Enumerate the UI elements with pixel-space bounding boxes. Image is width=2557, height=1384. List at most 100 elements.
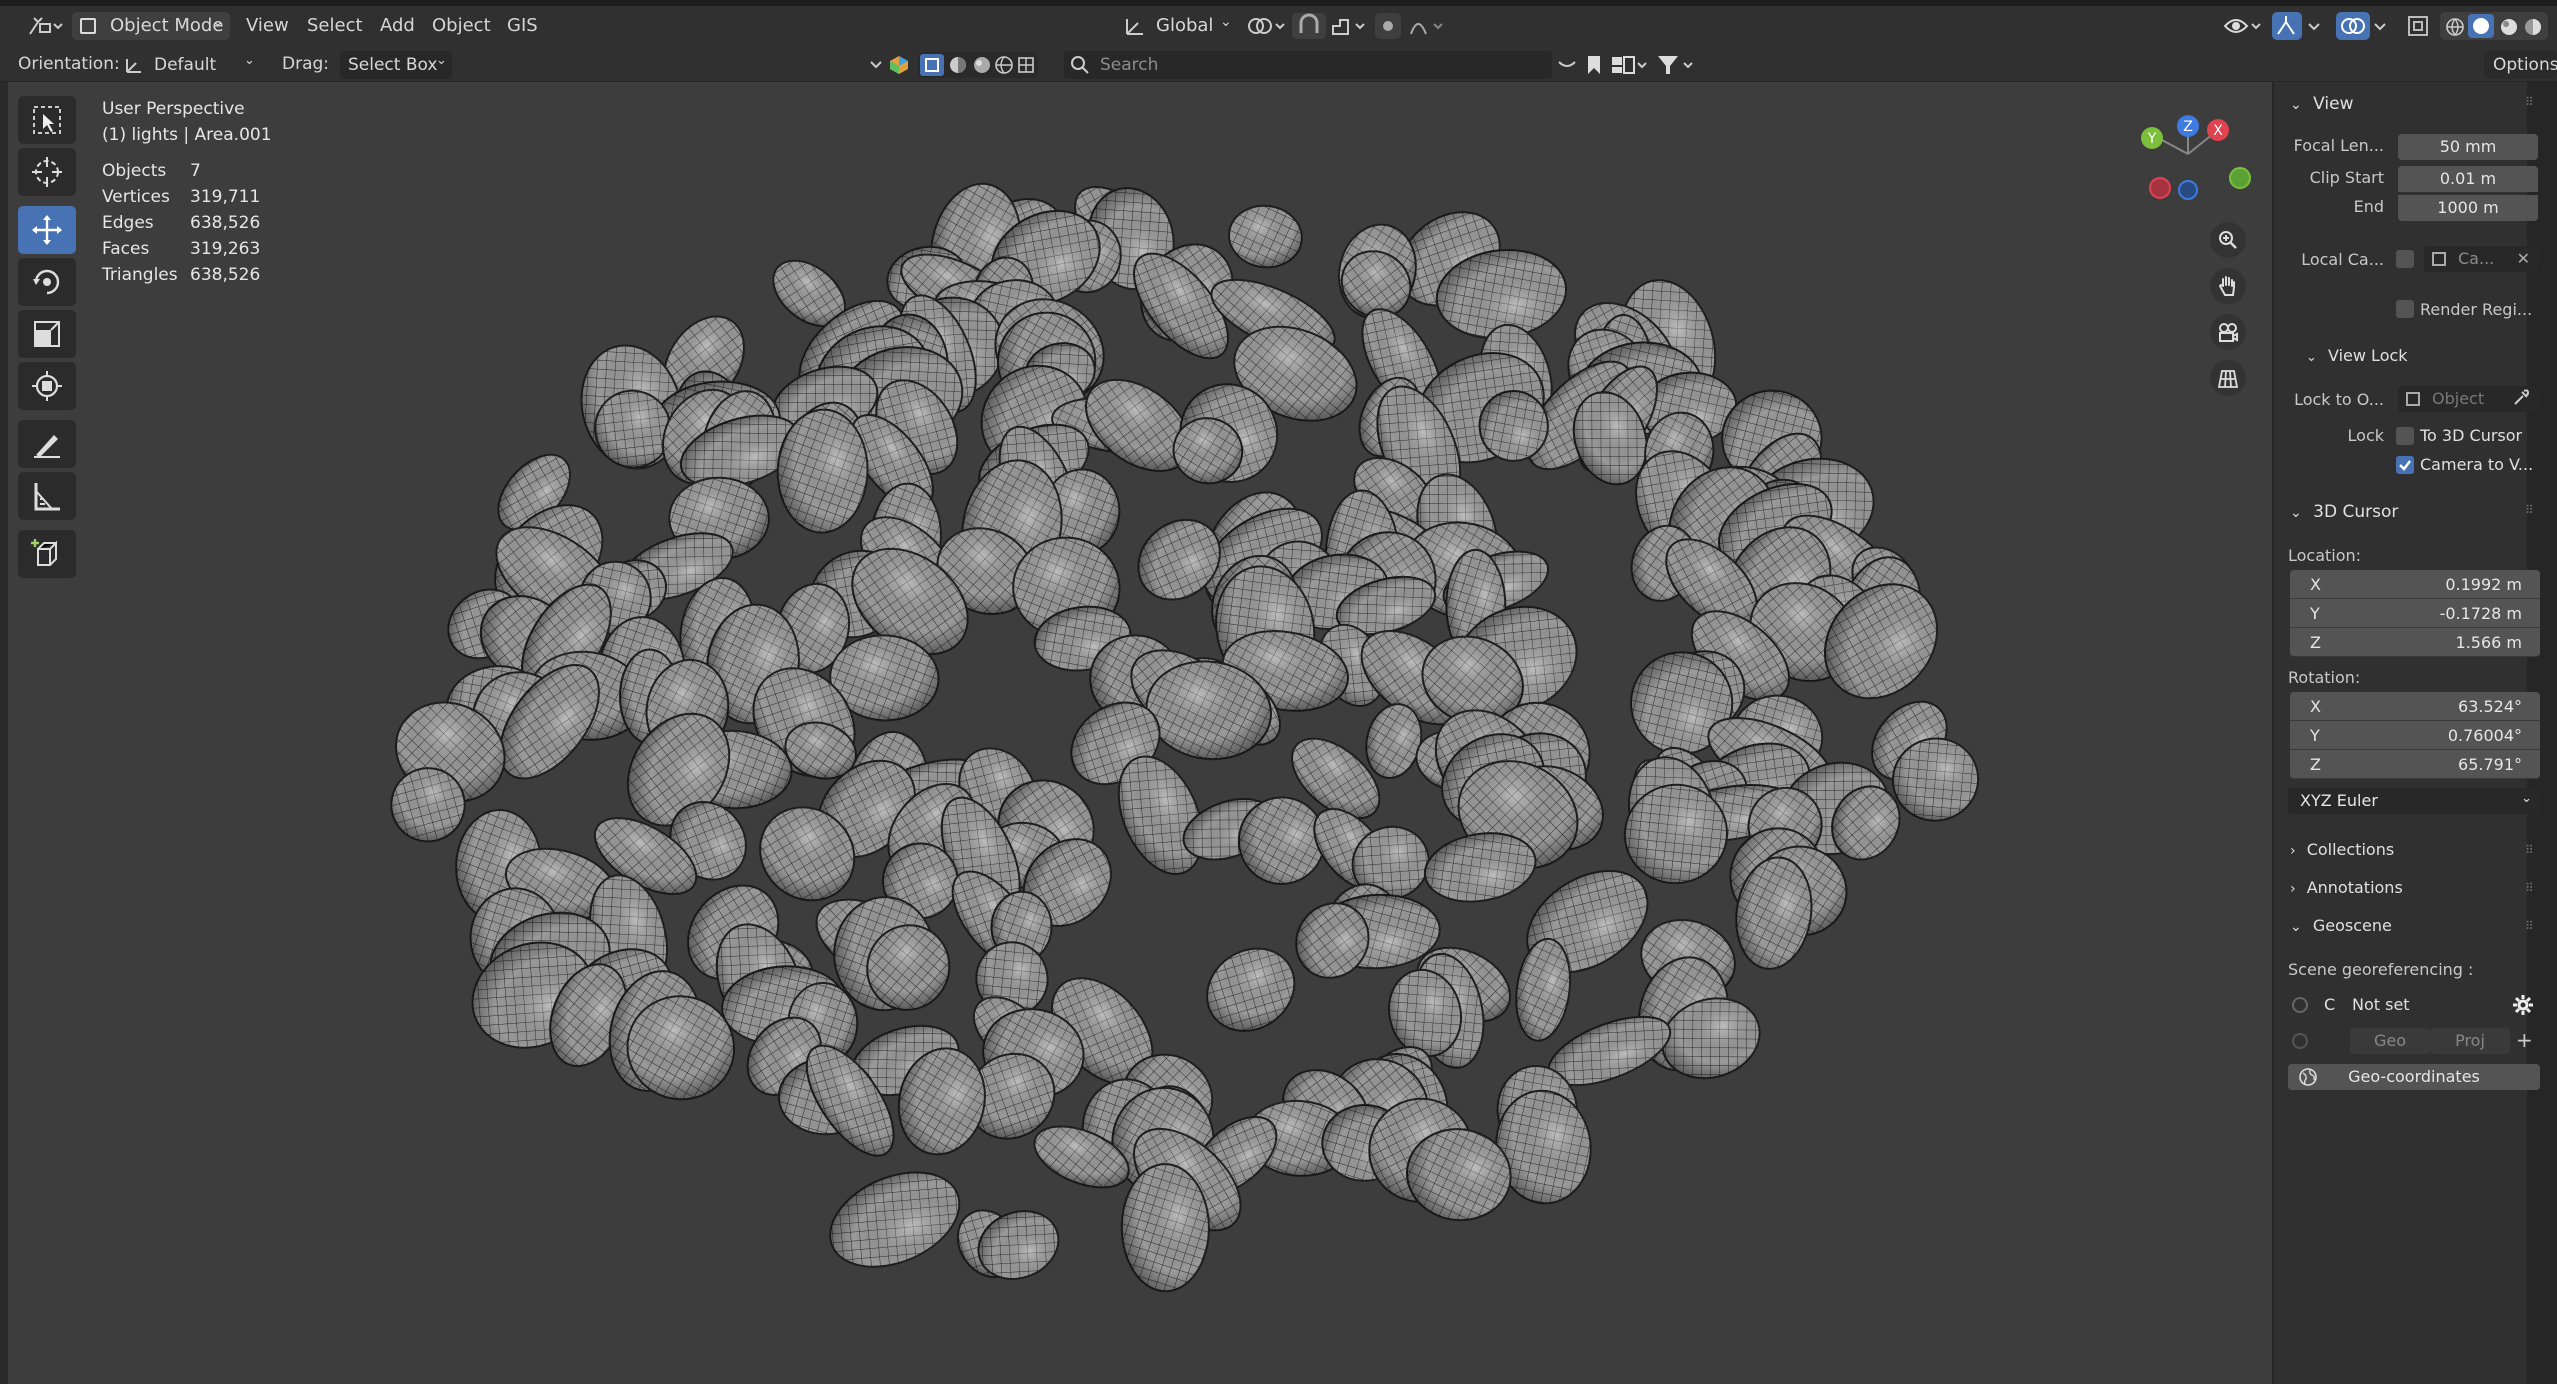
globe-icon: [2298, 1067, 2318, 1090]
transform-tool[interactable]: [18, 362, 76, 410]
transform-orientation-dropdown[interactable]: Global ⌄: [1118, 12, 1234, 40]
display-mode-icon[interactable]: [1610, 54, 1650, 81]
chevron-down-icon[interactable]: [2372, 14, 2388, 43]
snap-target-icon[interactable]: [1330, 14, 1370, 43]
falloff-icon[interactable]: [1408, 14, 1448, 43]
cursor-rotation-z[interactable]: Z 65.791°: [2290, 750, 2540, 779]
menu-add[interactable]: Add: [380, 15, 415, 36]
gizmo-neg-y-axis[interactable]: [2229, 167, 2251, 189]
drag-dropdown[interactable]: Select Box ⌄: [340, 51, 452, 79]
texture-filter-icon[interactable]: [1016, 55, 1036, 80]
stat-row-vertices: Vertices 319,711: [102, 187, 261, 207]
pan-hand-icon[interactable]: [2210, 268, 2246, 304]
zoom-icon[interactable]: [2210, 222, 2246, 258]
scale-tool[interactable]: [18, 310, 76, 358]
camera-to-view-checkbox[interactable]: [2396, 456, 2414, 474]
navigation-gizmo[interactable]: Z X Y: [2130, 110, 2260, 210]
chevron-down-icon: ⌄: [2290, 97, 2302, 113]
search-field[interactable]: Search: [1064, 51, 1552, 79]
mode-dropdown[interactable]: Object Mode ⌄: [72, 12, 230, 40]
local-camera-checkbox[interactable]: [2396, 250, 2414, 268]
drag-grip-icon[interactable]: ⠿: [2525, 844, 2541, 856]
eyedropper-icon[interactable]: [2512, 389, 2530, 412]
lock-to-cursor-checkbox[interactable]: [2396, 427, 2414, 445]
geo-button[interactable]: Geo: [2350, 1028, 2430, 1054]
drag-grip-icon[interactable]: ⠿: [2525, 504, 2541, 516]
wireframe-shading-icon[interactable]: [2444, 16, 2466, 43]
collections-panel-header[interactable]: › Collections: [2290, 840, 2394, 859]
chevron-down-icon: ⌄: [2290, 505, 2302, 521]
overlays-toggle[interactable]: [2336, 12, 2370, 40]
measure-tool[interactable]: [18, 472, 76, 520]
orientation-dropdown[interactable]: Default ⌄: [118, 51, 260, 79]
local-camera-label: Local Ca...: [2301, 250, 2384, 269]
editor-type-icon[interactable]: [26, 14, 66, 43]
menu-gis[interactable]: GIS: [507, 15, 538, 36]
menu-view[interactable]: View: [246, 15, 289, 36]
geoscene-panel-header[interactable]: ⌄ Geoscene: [2290, 916, 2392, 935]
scene-icon[interactable]: [888, 54, 910, 81]
drag-grip-icon[interactable]: ⠿: [2525, 920, 2541, 932]
clip-end-field[interactable]: 1000 m: [2398, 195, 2538, 221]
close-icon[interactable]: ✕: [2517, 246, 2530, 272]
snap-toggle[interactable]: [1292, 13, 1326, 39]
chevron-down-icon[interactable]: [2306, 14, 2322, 43]
lock-to-object-field[interactable]: Object: [2398, 386, 2538, 412]
add-cube-tool[interactable]: [18, 530, 76, 578]
menu-object[interactable]: Object: [432, 15, 491, 36]
cursor-rotation-y[interactable]: Y 0.76004°: [2290, 721, 2540, 750]
drag-grip-icon[interactable]: ⠿: [2525, 882, 2541, 894]
rendered-shading-icon[interactable]: [2522, 16, 2544, 43]
world-filter-icon[interactable]: [994, 55, 1014, 80]
gizmo-neg-z-axis[interactable]: [2178, 180, 2198, 200]
camera-view-icon[interactable]: [2210, 314, 2246, 350]
add-icon[interactable]: +: [2516, 1028, 2533, 1052]
chevron-down-icon: ⌄: [2306, 350, 2317, 365]
rotation-mode-dropdown[interactable]: XYZ Euler ⌄: [2288, 788, 2540, 814]
shading-filter-icon[interactable]: [972, 55, 992, 80]
gizmo-neg-x-axis[interactable]: [2149, 177, 2171, 199]
xray-icon[interactable]: [2406, 14, 2430, 43]
rotate-tool[interactable]: [18, 258, 76, 306]
clip-start-field[interactable]: 0.01 m: [2398, 166, 2538, 192]
drag-grip-icon[interactable]: ⠿: [2525, 96, 2541, 108]
cursor-location-z[interactable]: Z 1.566 m: [2290, 628, 2540, 657]
select-box-tool[interactable]: [18, 96, 76, 144]
visibility-icon[interactable]: [2222, 14, 2266, 43]
object-filter-icon[interactable]: [920, 54, 944, 76]
3d-viewport[interactable]: [0, 82, 2272, 1384]
annotate-tool[interactable]: [18, 420, 76, 468]
annotations-panel-header[interactable]: › Annotations: [2290, 878, 2403, 897]
gear-icon[interactable]: [2512, 994, 2534, 1021]
solid-shading-icon[interactable]: [2468, 14, 2494, 38]
menu-select[interactable]: Select: [307, 15, 363, 36]
filter-dropdown-icon[interactable]: [1556, 54, 1578, 79]
chevron-right-icon: ›: [2290, 881, 2296, 897]
cursor-tool[interactable]: [18, 148, 76, 196]
3d-cursor-panel-header[interactable]: ⌄ 3D Cursor: [2290, 502, 2398, 522]
ortho-grid-icon[interactable]: [2210, 360, 2246, 396]
cursor-location-y[interactable]: Y -0.1728 m: [2290, 599, 2540, 628]
shading-modes[interactable]: [2440, 12, 2548, 40]
focal-length-field[interactable]: 50 mm: [2398, 134, 2538, 160]
proj-button[interactable]: Proj: [2430, 1028, 2510, 1054]
material-filter-icon[interactable]: [948, 55, 968, 80]
render-region-checkbox[interactable]: [2396, 300, 2414, 318]
cursor-location-x[interactable]: X 0.1992 m: [2290, 570, 2540, 599]
cursor-rotation-x[interactable]: X 63.524°: [2290, 692, 2540, 721]
selectability-filters[interactable]: [918, 52, 1038, 78]
view-lock-header[interactable]: ⌄ View Lock: [2306, 346, 2408, 365]
pivot-point-icon[interactable]: [1244, 14, 1288, 43]
options-button[interactable]: Options: [2484, 51, 2557, 79]
geo-coordinates-button[interactable]: Geo-coordinates: [2288, 1064, 2540, 1090]
chevron-down-icon[interactable]: [868, 54, 884, 79]
material-shading-icon[interactable]: [2498, 16, 2520, 43]
bookmark-icon[interactable]: [1586, 54, 1602, 81]
crs-value: Not set: [2352, 995, 2410, 1014]
view-panel-header[interactable]: ⌄ View: [2290, 94, 2353, 114]
proportional-editing-toggle[interactable]: [1375, 13, 1401, 39]
filter-icon[interactable]: [1656, 53, 1698, 82]
move-tool[interactable]: [18, 206, 76, 254]
local-camera-field[interactable]: Ca... ✕: [2424, 246, 2538, 272]
gizmo-toggle[interactable]: [2272, 12, 2302, 40]
